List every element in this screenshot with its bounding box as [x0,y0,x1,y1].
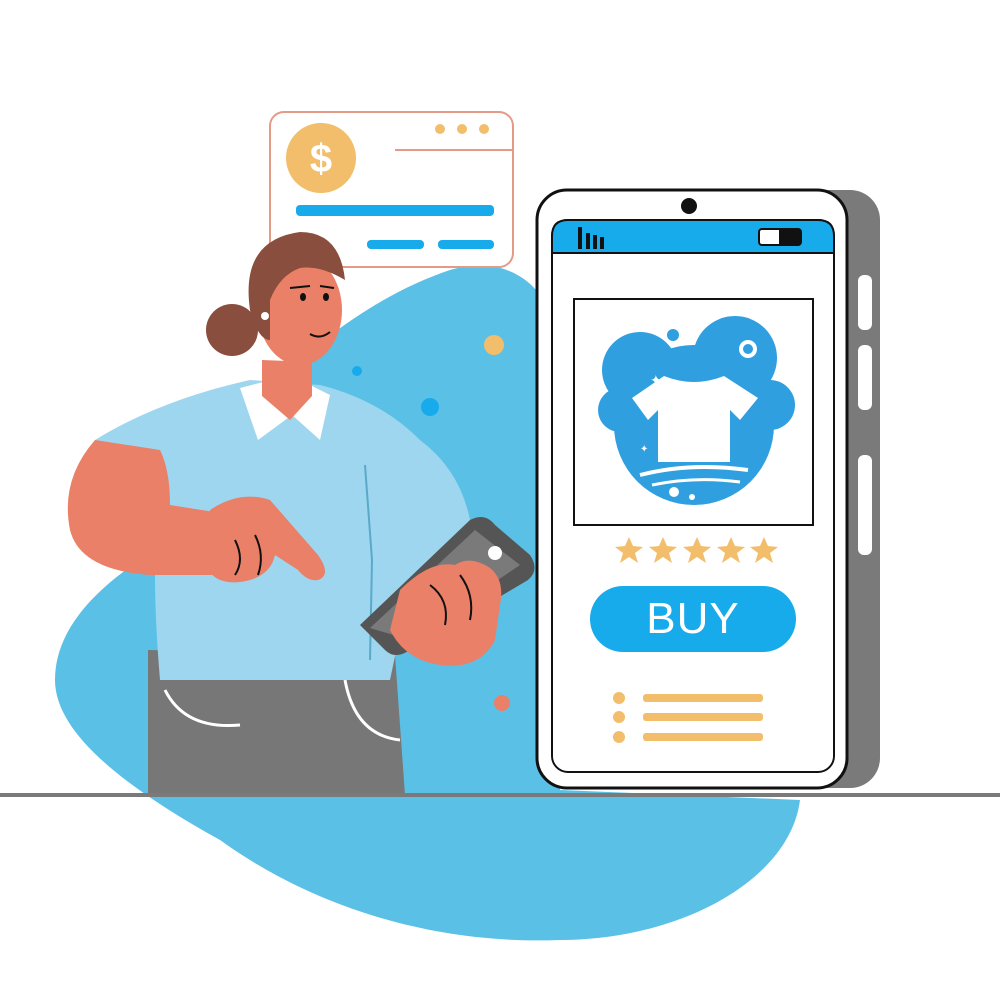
illustration: ✦ ✦ ✦ $ BUY [0,0,1000,1000]
list-line [643,694,763,702]
list-line [643,713,763,721]
card-line [296,205,494,216]
card-line [367,240,424,249]
list-line [643,733,763,741]
svg-text:✦: ✦ [733,402,743,416]
list-bullet [613,692,625,704]
decor-dot [421,398,439,416]
list-bullet [613,711,625,723]
dollar-sign-label: $ [309,136,333,181]
battery-icon [758,228,802,246]
decor-dot [494,695,510,711]
three-dots-icon [435,124,445,134]
svg-text:✦: ✦ [650,373,662,389]
card-line [438,240,494,249]
buy-button[interactable]: BUY [590,586,796,652]
svg-text:✦: ✦ [640,444,648,455]
phone: ✦ ✦ ✦ [535,188,849,790]
earring [261,312,269,320]
list-bullet [613,731,625,743]
decor-dot [352,366,362,376]
scene-artwork: ✦ ✦ ✦ [0,111,1000,941]
camera-icon [681,198,697,214]
hair-bun [206,304,258,356]
decor-dot [484,335,504,355]
